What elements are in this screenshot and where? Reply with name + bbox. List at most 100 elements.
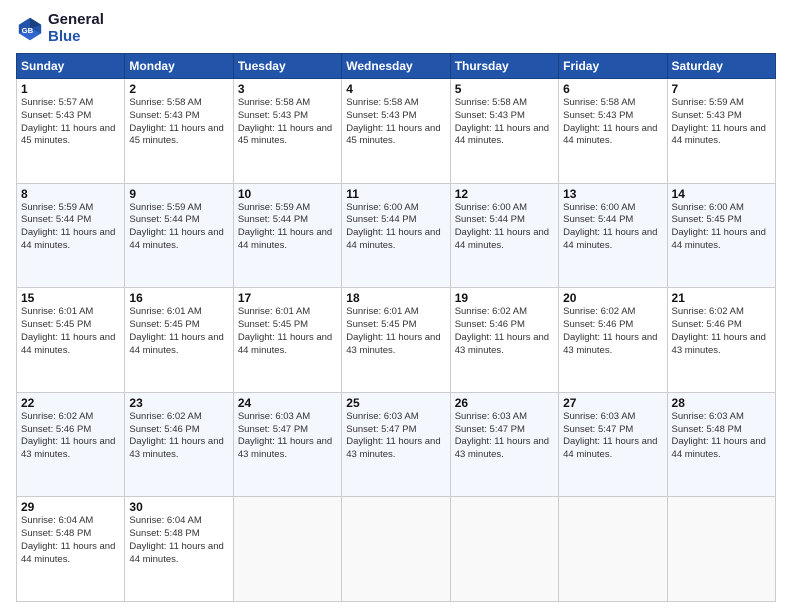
- day-cell: 6 Sunrise: 5:58 AM Sunset: 5:43 PM Dayli…: [559, 79, 667, 184]
- cell-info: Sunrise: 6:03 AM Sunset: 5:47 PM Dayligh…: [238, 411, 337, 462]
- cell-info: Sunrise: 5:59 AM Sunset: 5:43 PM Dayligh…: [672, 97, 771, 148]
- weekday-thursday: Thursday: [450, 54, 558, 79]
- day-cell: 18 Sunrise: 6:01 AM Sunset: 5:45 PM Dayl…: [342, 288, 450, 393]
- cell-info: Sunrise: 6:00 AM Sunset: 5:44 PM Dayligh…: [563, 202, 662, 253]
- day-number: 5: [455, 82, 554, 96]
- day-cell: [559, 497, 667, 602]
- week-row-3: 15 Sunrise: 6:01 AM Sunset: 5:45 PM Dayl…: [17, 288, 776, 393]
- cell-info: Sunrise: 6:04 AM Sunset: 5:48 PM Dayligh…: [129, 515, 228, 566]
- day-number: 8: [21, 187, 120, 201]
- day-cell: 20 Sunrise: 6:02 AM Sunset: 5:46 PM Dayl…: [559, 288, 667, 393]
- cell-info: Sunrise: 5:58 AM Sunset: 5:43 PM Dayligh…: [129, 97, 228, 148]
- day-cell: 7 Sunrise: 5:59 AM Sunset: 5:43 PM Dayli…: [667, 79, 775, 184]
- weekday-tuesday: Tuesday: [233, 54, 341, 79]
- cell-info: Sunrise: 6:00 AM Sunset: 5:44 PM Dayligh…: [346, 202, 445, 253]
- day-cell: 28 Sunrise: 6:03 AM Sunset: 5:48 PM Dayl…: [667, 392, 775, 497]
- header: GB General Blue: [16, 12, 776, 45]
- day-cell: 12 Sunrise: 6:00 AM Sunset: 5:44 PM Dayl…: [450, 183, 558, 288]
- weekday-monday: Monday: [125, 54, 233, 79]
- day-number: 6: [563, 82, 662, 96]
- day-number: 10: [238, 187, 337, 201]
- weekday-saturday: Saturday: [667, 54, 775, 79]
- day-cell: [233, 497, 341, 602]
- logo-icon: GB: [16, 15, 44, 43]
- day-cell: 14 Sunrise: 6:00 AM Sunset: 5:45 PM Dayl…: [667, 183, 775, 288]
- day-number: 15: [21, 291, 120, 305]
- cell-info: Sunrise: 6:02 AM Sunset: 5:46 PM Dayligh…: [129, 411, 228, 462]
- cell-info: Sunrise: 6:02 AM Sunset: 5:46 PM Dayligh…: [563, 306, 662, 357]
- day-number: 19: [455, 291, 554, 305]
- cell-info: Sunrise: 6:03 AM Sunset: 5:47 PM Dayligh…: [346, 411, 445, 462]
- day-cell: 11 Sunrise: 6:00 AM Sunset: 5:44 PM Dayl…: [342, 183, 450, 288]
- day-cell: 24 Sunrise: 6:03 AM Sunset: 5:47 PM Dayl…: [233, 392, 341, 497]
- cell-info: Sunrise: 5:58 AM Sunset: 5:43 PM Dayligh…: [563, 97, 662, 148]
- cell-info: Sunrise: 6:04 AM Sunset: 5:48 PM Dayligh…: [21, 515, 120, 566]
- day-number: 29: [21, 500, 120, 514]
- day-number: 25: [346, 396, 445, 410]
- day-cell: [450, 497, 558, 602]
- day-cell: 21 Sunrise: 6:02 AM Sunset: 5:46 PM Dayl…: [667, 288, 775, 393]
- day-number: 22: [21, 396, 120, 410]
- cell-info: Sunrise: 5:59 AM Sunset: 5:44 PM Dayligh…: [129, 202, 228, 253]
- day-number: 2: [129, 82, 228, 96]
- day-number: 21: [672, 291, 771, 305]
- day-number: 30: [129, 500, 228, 514]
- day-number: 27: [563, 396, 662, 410]
- cell-info: Sunrise: 6:02 AM Sunset: 5:46 PM Dayligh…: [672, 306, 771, 357]
- day-cell: 25 Sunrise: 6:03 AM Sunset: 5:47 PM Dayl…: [342, 392, 450, 497]
- day-number: 24: [238, 396, 337, 410]
- cell-info: Sunrise: 5:59 AM Sunset: 5:44 PM Dayligh…: [21, 202, 120, 253]
- day-cell: 3 Sunrise: 5:58 AM Sunset: 5:43 PM Dayli…: [233, 79, 341, 184]
- day-number: 14: [672, 187, 771, 201]
- day-cell: 15 Sunrise: 6:01 AM Sunset: 5:45 PM Dayl…: [17, 288, 125, 393]
- cell-info: Sunrise: 6:03 AM Sunset: 5:47 PM Dayligh…: [455, 411, 554, 462]
- cell-info: Sunrise: 6:01 AM Sunset: 5:45 PM Dayligh…: [238, 306, 337, 357]
- cell-info: Sunrise: 5:58 AM Sunset: 5:43 PM Dayligh…: [346, 97, 445, 148]
- day-cell: 4 Sunrise: 5:58 AM Sunset: 5:43 PM Dayli…: [342, 79, 450, 184]
- day-cell: 30 Sunrise: 6:04 AM Sunset: 5:48 PM Dayl…: [125, 497, 233, 602]
- day-number: 16: [129, 291, 228, 305]
- cell-info: Sunrise: 6:01 AM Sunset: 5:45 PM Dayligh…: [346, 306, 445, 357]
- day-cell: 2 Sunrise: 5:58 AM Sunset: 5:43 PM Dayli…: [125, 79, 233, 184]
- day-cell: 5 Sunrise: 5:58 AM Sunset: 5:43 PM Dayli…: [450, 79, 558, 184]
- day-cell: 16 Sunrise: 6:01 AM Sunset: 5:45 PM Dayl…: [125, 288, 233, 393]
- cell-info: Sunrise: 6:03 AM Sunset: 5:48 PM Dayligh…: [672, 411, 771, 462]
- day-number: 7: [672, 82, 771, 96]
- logo: GB General Blue: [16, 12, 104, 45]
- cell-info: Sunrise: 6:00 AM Sunset: 5:44 PM Dayligh…: [455, 202, 554, 253]
- logo-text: General Blue: [48, 12, 104, 45]
- cell-info: Sunrise: 6:01 AM Sunset: 5:45 PM Dayligh…: [129, 306, 228, 357]
- day-cell: 19 Sunrise: 6:02 AM Sunset: 5:46 PM Dayl…: [450, 288, 558, 393]
- day-cell: [667, 497, 775, 602]
- day-cell: 27 Sunrise: 6:03 AM Sunset: 5:47 PM Dayl…: [559, 392, 667, 497]
- day-number: 26: [455, 396, 554, 410]
- weekday-header-row: SundayMondayTuesdayWednesdayThursdayFrid…: [17, 54, 776, 79]
- day-cell: 13 Sunrise: 6:00 AM Sunset: 5:44 PM Dayl…: [559, 183, 667, 288]
- cell-info: Sunrise: 6:02 AM Sunset: 5:46 PM Dayligh…: [455, 306, 554, 357]
- week-row-5: 29 Sunrise: 6:04 AM Sunset: 5:48 PM Dayl…: [17, 497, 776, 602]
- week-row-4: 22 Sunrise: 6:02 AM Sunset: 5:46 PM Dayl…: [17, 392, 776, 497]
- cell-info: Sunrise: 6:00 AM Sunset: 5:45 PM Dayligh…: [672, 202, 771, 253]
- cell-info: Sunrise: 6:03 AM Sunset: 5:47 PM Dayligh…: [563, 411, 662, 462]
- cell-info: Sunrise: 5:57 AM Sunset: 5:43 PM Dayligh…: [21, 97, 120, 148]
- day-cell: 29 Sunrise: 6:04 AM Sunset: 5:48 PM Dayl…: [17, 497, 125, 602]
- cell-info: Sunrise: 5:59 AM Sunset: 5:44 PM Dayligh…: [238, 202, 337, 253]
- day-number: 17: [238, 291, 337, 305]
- week-row-2: 8 Sunrise: 5:59 AM Sunset: 5:44 PM Dayli…: [17, 183, 776, 288]
- weekday-sunday: Sunday: [17, 54, 125, 79]
- cell-info: Sunrise: 5:58 AM Sunset: 5:43 PM Dayligh…: [455, 97, 554, 148]
- week-row-1: 1 Sunrise: 5:57 AM Sunset: 5:43 PM Dayli…: [17, 79, 776, 184]
- day-number: 11: [346, 187, 445, 201]
- day-number: 18: [346, 291, 445, 305]
- cell-info: Sunrise: 6:02 AM Sunset: 5:46 PM Dayligh…: [21, 411, 120, 462]
- day-cell: 10 Sunrise: 5:59 AM Sunset: 5:44 PM Dayl…: [233, 183, 341, 288]
- day-cell: 1 Sunrise: 5:57 AM Sunset: 5:43 PM Dayli…: [17, 79, 125, 184]
- day-number: 3: [238, 82, 337, 96]
- svg-text:GB: GB: [22, 26, 34, 35]
- cell-info: Sunrise: 6:01 AM Sunset: 5:45 PM Dayligh…: [21, 306, 120, 357]
- cell-info: Sunrise: 5:58 AM Sunset: 5:43 PM Dayligh…: [238, 97, 337, 148]
- day-number: 4: [346, 82, 445, 96]
- day-number: 20: [563, 291, 662, 305]
- day-cell: 23 Sunrise: 6:02 AM Sunset: 5:46 PM Dayl…: [125, 392, 233, 497]
- day-number: 1: [21, 82, 120, 96]
